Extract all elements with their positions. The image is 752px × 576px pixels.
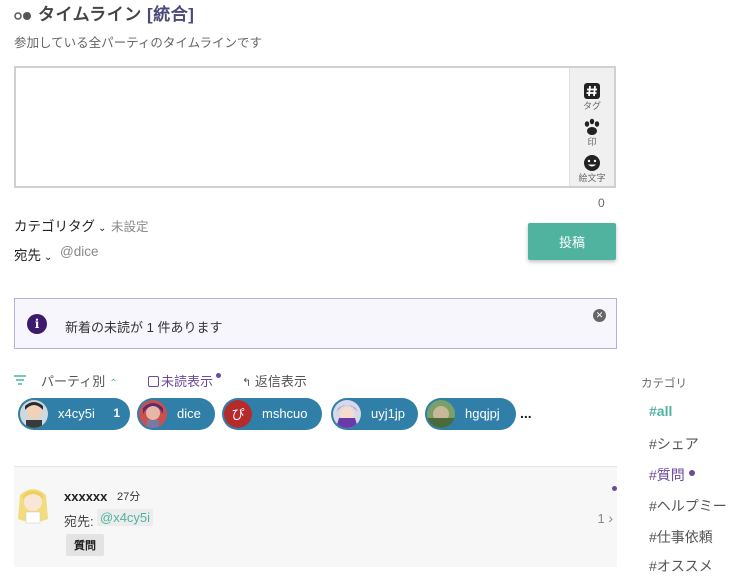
reply-icon: ↰ (242, 377, 252, 389)
party-chip-uyj1jp[interactable]: uyj1jp (331, 398, 418, 430)
smiley-icon (584, 155, 600, 171)
close-icon[interactable]: ✕ (593, 309, 606, 322)
reply-filter-toggle[interactable]: ↰ 返信表示 (242, 371, 307, 390)
title-text: タイムライン (38, 5, 142, 24)
emoji-tool-button[interactable]: 絵文字 (570, 154, 614, 184)
tag-tool-button[interactable]: タグ (570, 82, 614, 112)
info-icon: i (27, 314, 47, 334)
more-parties-button[interactable]: ... (520, 405, 532, 421)
avatar (14, 485, 52, 525)
category-question-label: #質問 (649, 467, 685, 483)
reply-filter-label: 返信表示 (254, 374, 307, 389)
unread-filter-label: 未読表示 (161, 374, 214, 389)
post-author[interactable]: xxxxxx (64, 489, 107, 504)
char-counter: 0 (598, 196, 605, 210)
party-chip-dice[interactable]: dice (137, 398, 215, 430)
party-sort-toggle[interactable]: パーティ別 ⌃ (41, 371, 118, 390)
post-time: 27分 (117, 491, 141, 503)
category-item-all[interactable]: #all (649, 403, 672, 419)
reply-count-value: 1 (597, 511, 605, 526)
party-name: x4cy5i (58, 406, 95, 421)
compose-toolbar: タグ 印 絵文字 (569, 68, 614, 186)
hash-icon (584, 83, 600, 99)
unread-dot (612, 486, 617, 491)
party-name: uyj1jp (371, 406, 405, 421)
filter-icon[interactable] (14, 372, 26, 390)
mark-tool-label: 印 (587, 137, 597, 147)
chevron-down-icon: ⌄ (44, 252, 53, 263)
party-avatar (139, 400, 167, 428)
page-title: タイムライン [統合] (14, 0, 194, 26)
unread-filter-toggle[interactable]: 未読表示 (148, 371, 213, 390)
destination-dropdown[interactable]: 宛先 ⌄ (14, 244, 52, 264)
party-chip-mshcuo[interactable]: ぴ mshcuo (222, 398, 322, 430)
party-avatar (333, 400, 361, 428)
dots-icon (14, 6, 32, 26)
chevron-down-icon: ⌄ (98, 223, 107, 234)
reply-count[interactable]: 1 › (597, 510, 613, 526)
chevron-right-icon: › (608, 510, 613, 526)
party-avatar (20, 400, 48, 428)
category-item-share[interactable]: #シェア (649, 434, 699, 454)
timeline-item[interactable]: xxxxxx 27分 宛先: @x4cy5i 質問 1 › (14, 466, 617, 567)
unread-box-icon (148, 376, 159, 387)
party-unread-count: 1 (113, 406, 120, 420)
title-suffix: [統合] (147, 5, 195, 24)
paw-icon (584, 118, 600, 135)
post-textarea[interactable] (16, 68, 576, 190)
party-name: dice (177, 406, 201, 421)
destination-value: @dice (60, 244, 99, 259)
post-button[interactable]: 投稿 (528, 223, 616, 260)
category-tag-label: カテゴリタグ (14, 219, 95, 234)
unread-indicator-dot (216, 373, 221, 378)
party-avatar: ぴ (224, 400, 252, 428)
category-tag-dropdown[interactable]: カテゴリタグ ⌄ (14, 215, 106, 235)
category-item-recommend[interactable]: #オススメ (649, 556, 713, 576)
category-item-helpme[interactable]: #ヘルプミー (649, 496, 727, 516)
unread-notice[interactable]: i 新着の未読が 1 件あります ✕ (14, 298, 617, 349)
party-chip-hgqjpj[interactable]: hgqjpj (425, 398, 516, 430)
category-tag-value: 未設定 (111, 220, 149, 234)
post-destination-party[interactable]: @x4cy5i (97, 509, 154, 526)
party-name: hgqjpj (465, 406, 500, 421)
category-item-job[interactable]: #仕事依頼 (649, 527, 713, 547)
unread-dot (688, 470, 695, 476)
party-name: mshcuo (262, 406, 308, 421)
category-item-question[interactable]: #質問 (649, 465, 695, 485)
tag-tool-label: タグ (582, 101, 601, 111)
mark-tool-button[interactable]: 印 (570, 118, 614, 148)
svg-text:ぴ: ぴ (231, 408, 244, 423)
post-category-tag[interactable]: 質問 (66, 534, 104, 556)
notice-message: 新着の未読が 1 件あります (65, 320, 223, 335)
party-chip-x4cy5i[interactable]: x4cy5i 1 (18, 398, 130, 430)
party-sort-label: パーティ別 (41, 374, 106, 389)
compose-box: タグ 印 絵文字 (14, 66, 616, 190)
page-subtitle: 参加している全パーティのタイムラインです (14, 36, 263, 50)
category-heading: カテゴリ (641, 378, 687, 390)
destination-label: 宛先 (14, 248, 41, 263)
party-avatar (427, 400, 455, 428)
chevron-up-icon: ⌃ (109, 378, 118, 389)
emoji-tool-label: 絵文字 (578, 173, 606, 183)
post-destination-label: 宛先: (64, 514, 94, 529)
